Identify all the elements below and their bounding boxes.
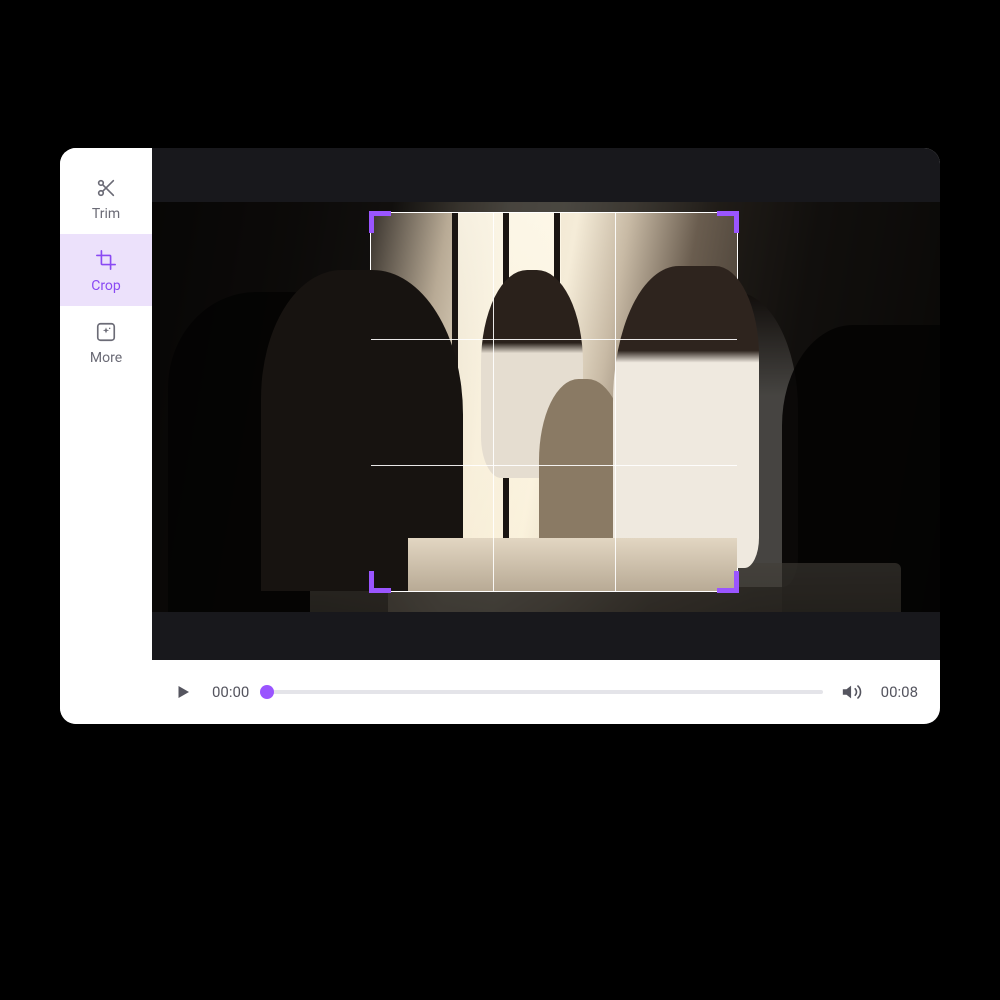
crop-icon (94, 248, 118, 272)
duration-time: 00:08 (881, 683, 918, 701)
play-button[interactable] (174, 682, 194, 702)
crop-grid-line (371, 339, 737, 340)
editor-main: 00:00 00:08 (152, 148, 940, 724)
crop-grid-line (371, 465, 737, 466)
sidebar-item-trim[interactable]: Trim (60, 162, 152, 234)
progress-handle[interactable] (260, 685, 274, 699)
video-canvas[interactable] (152, 148, 940, 660)
crop-handle-bottom-left[interactable] (369, 571, 391, 593)
sidebar-item-crop[interactable]: Crop (60, 234, 152, 306)
tool-sidebar: Trim Crop More (60, 148, 152, 724)
sidebar-item-more[interactable]: More (60, 306, 152, 378)
crop-grid-line (493, 213, 494, 591)
current-time: 00:00 (212, 683, 249, 701)
sidebar-item-label: More (90, 350, 122, 366)
crop-selection[interactable] (370, 212, 738, 592)
player-controls: 00:00 00:08 (152, 660, 940, 724)
crop-preview (371, 213, 737, 591)
volume-button[interactable] (841, 681, 863, 703)
progress-bar[interactable] (267, 690, 822, 694)
crop-grid-line (615, 213, 616, 591)
video-editor-window: Trim Crop More (60, 148, 940, 724)
crop-handle-bottom-right[interactable] (717, 571, 739, 593)
sidebar-item-label: Crop (91, 278, 121, 294)
crop-handle-top-right[interactable] (717, 211, 739, 233)
crop-handle-top-left[interactable] (369, 211, 391, 233)
scissors-icon (94, 176, 118, 200)
sparkle-icon (94, 320, 118, 344)
sidebar-item-label: Trim (92, 206, 120, 222)
